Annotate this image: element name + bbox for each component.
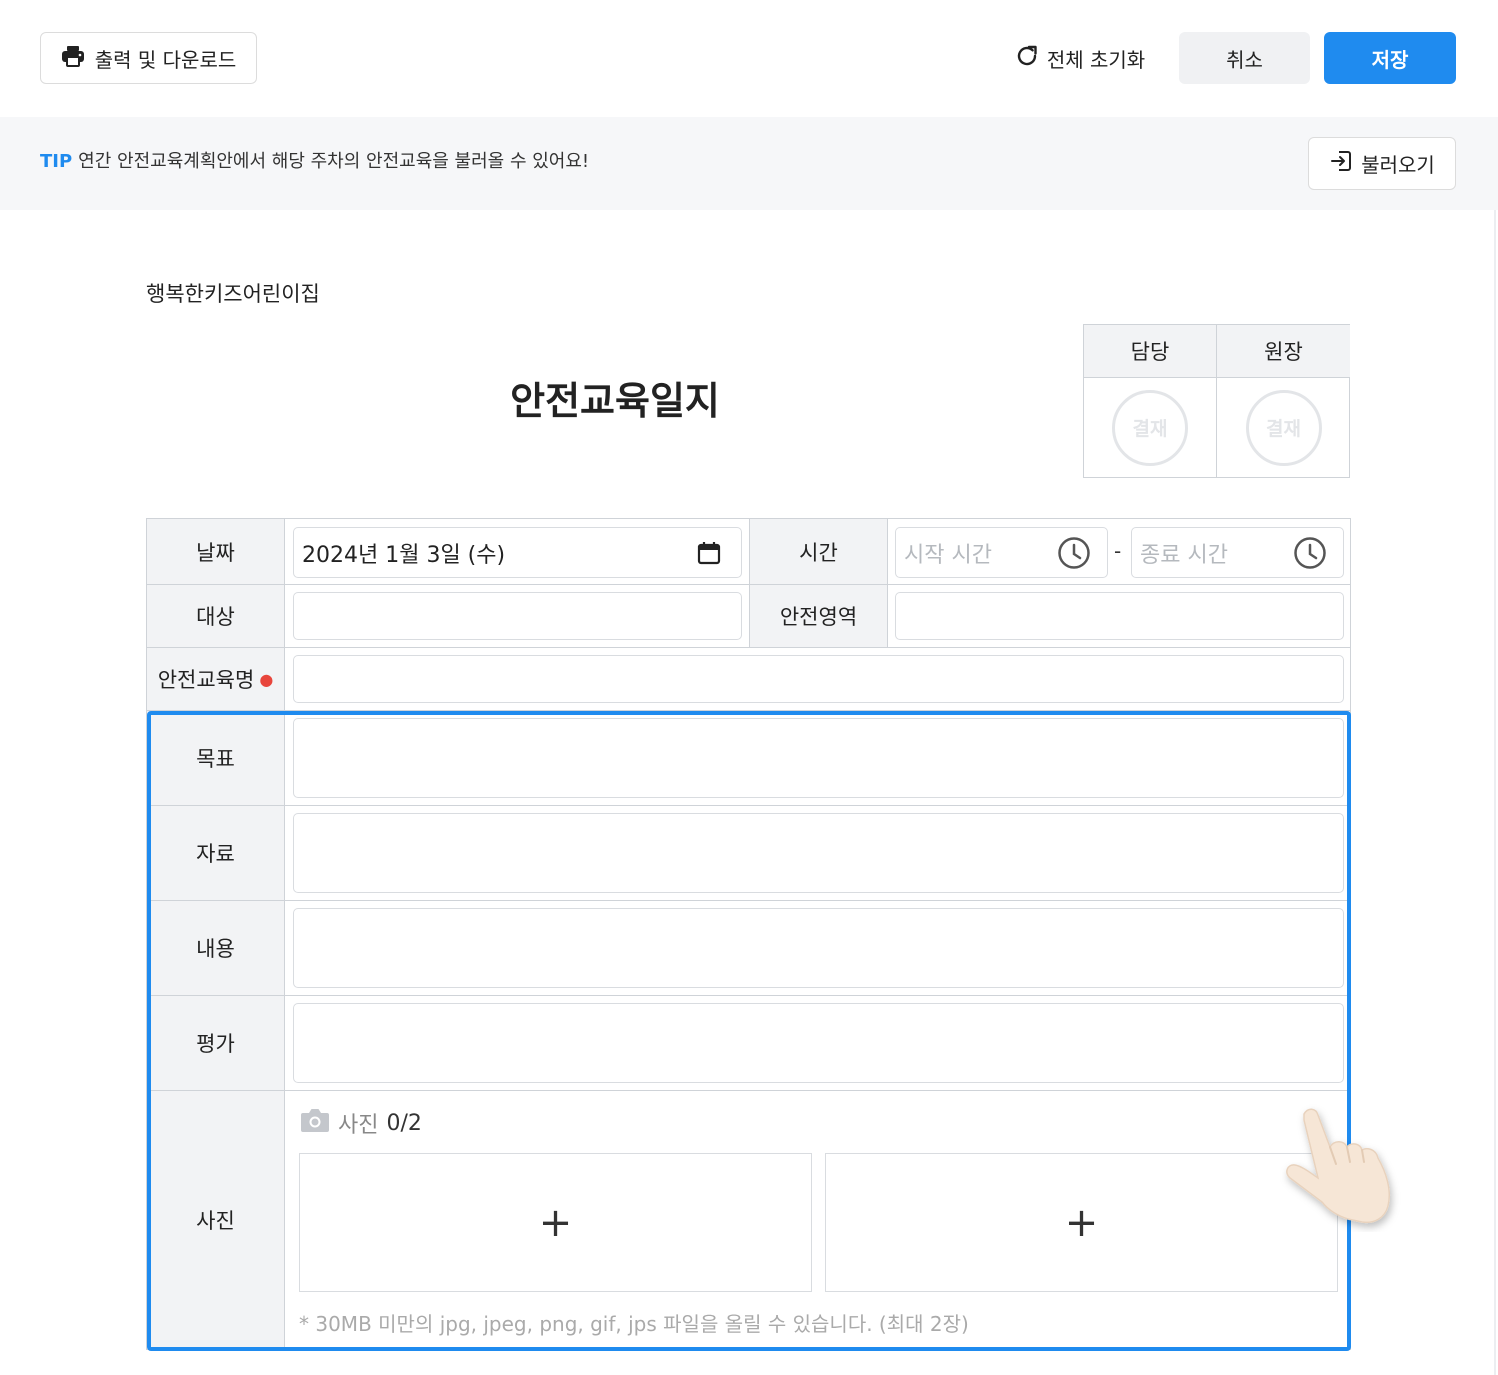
- photo-upload-slot-1[interactable]: +: [299, 1153, 812, 1292]
- pointing-hand-icon: [1278, 1102, 1403, 1232]
- start-time-placeholder: 시작 시간: [904, 542, 992, 568]
- form-row-content: 내용: [146, 901, 1351, 996]
- approval-stamp: 결재: [1112, 389, 1188, 466]
- reset-all-label: 전체 초기화: [1046, 47, 1146, 72]
- photo-header: 사진 0/2: [300, 1107, 422, 1139]
- approval-table: 담당 원장 결재 결재: [1083, 324, 1350, 478]
- save-button[interactable]: 저장: [1324, 32, 1456, 84]
- evaluation-label: 평가: [147, 996, 285, 1090]
- add-icon: +: [1064, 1199, 1099, 1246]
- photo-count: 0/2: [386, 1110, 422, 1136]
- content-textarea[interactable]: [293, 908, 1344, 988]
- evaluation-textarea[interactable]: [293, 1003, 1344, 1083]
- approval-header-director: 원장: [1217, 325, 1350, 378]
- reset-all-button[interactable]: 전체 초기화: [1000, 32, 1160, 84]
- date-field[interactable]: 2024년 1월 3일 (수): [293, 527, 742, 578]
- printer-icon: [61, 45, 85, 72]
- area-label: 안전영역: [749, 585, 888, 647]
- form-row-target: 대상 안전영역: [146, 585, 1351, 648]
- end-time-field[interactable]: 종료 시간: [1131, 527, 1344, 578]
- form-row-date: 날짜 2024년 1월 3일 (수) 시간 시작 시간 - 종료 시간: [146, 518, 1351, 585]
- form-row-name: 안전교육명 ●: [146, 648, 1351, 711]
- add-icon: +: [538, 1199, 573, 1246]
- end-time-placeholder: 종료 시간: [1140, 542, 1228, 568]
- goal-label: 목표: [147, 711, 285, 805]
- photo-upload-slot-2[interactable]: +: [825, 1153, 1338, 1292]
- time-separator: -: [1114, 539, 1122, 563]
- education-name-input[interactable]: [293, 655, 1344, 703]
- print-download-label: 출력 및 다운로드: [94, 47, 237, 72]
- tip-text: 연간 안전교육계획안에서 해당 주차의 안전교육을 불러올 수 있어요!: [78, 151, 590, 172]
- tip-label: TIP: [40, 151, 73, 172]
- target-label: 대상: [147, 585, 285, 647]
- form-row-goal: 목표: [146, 711, 1351, 806]
- date-label: 날짜: [147, 519, 285, 584]
- education-name-label-text: 안전교육명: [157, 668, 255, 692]
- print-download-button[interactable]: 출력 및 다운로드: [40, 32, 257, 84]
- load-button[interactable]: 불러오기: [1308, 137, 1456, 190]
- time-label: 시간: [749, 519, 888, 584]
- photo-label: 사진: [147, 1091, 285, 1349]
- tip-message: TIP 연간 안전교육계획안에서 해당 주차의 안전교육을 불러올 수 있어요!: [40, 150, 589, 174]
- clock-icon[interactable]: [1293, 536, 1327, 574]
- education-name-label: 안전교육명 ●: [147, 648, 285, 710]
- required-dot-icon: ●: [259, 669, 274, 689]
- approval-header-manager: 담당: [1084, 325, 1217, 378]
- document-title: 안전교육일지: [510, 379, 720, 423]
- clock-icon[interactable]: [1057, 536, 1091, 574]
- photo-upload-note: * 30MB 미만의 jpg, jpeg, png, gif, jps 파일을 …: [299, 1312, 969, 1336]
- approval-cell-manager[interactable]: 결재: [1084, 378, 1217, 477]
- material-label: 자료: [147, 806, 285, 900]
- refresh-icon: [1015, 44, 1039, 73]
- import-icon: [1329, 149, 1353, 178]
- approval-stamp: 결재: [1245, 389, 1322, 466]
- photo-title: 사진: [338, 1113, 379, 1138]
- approval-cell-director[interactable]: 결재: [1217, 378, 1350, 477]
- target-input[interactable]: [293, 592, 742, 640]
- cancel-button[interactable]: 취소: [1179, 32, 1310, 84]
- date-value: 2024년 1월 3일 (수): [302, 542, 506, 568]
- form-row-material: 자료: [146, 806, 1351, 901]
- goal-textarea[interactable]: [293, 718, 1344, 798]
- load-label: 불러오기: [1361, 153, 1435, 177]
- content-label: 내용: [147, 901, 285, 995]
- calendar-icon[interactable]: [697, 541, 721, 569]
- material-textarea[interactable]: [293, 813, 1344, 893]
- start-time-field[interactable]: 시작 시간: [895, 527, 1108, 578]
- toolbar: 출력 및 다운로드 전체 초기화 취소 저장: [0, 0, 1498, 117]
- form-row-evaluation: 평가: [146, 996, 1351, 1091]
- camera-icon: [300, 1107, 330, 1139]
- org-name: 행복한키즈어린이집: [146, 282, 320, 306]
- area-input[interactable]: [895, 592, 1344, 640]
